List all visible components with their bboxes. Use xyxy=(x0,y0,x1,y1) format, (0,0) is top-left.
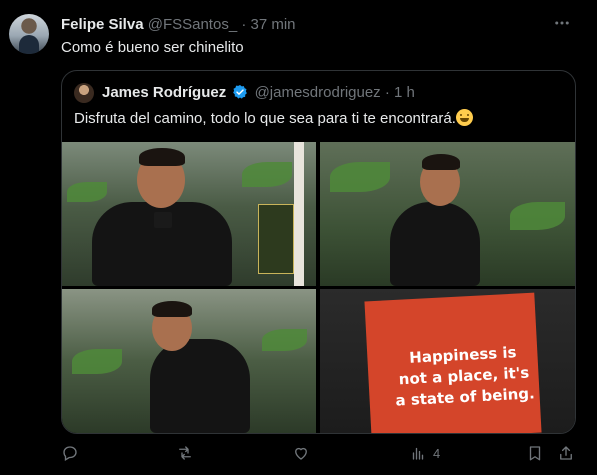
author-avatar[interactable] xyxy=(9,14,49,54)
action-bar: 4 xyxy=(61,441,581,465)
photo-3[interactable] xyxy=(62,289,316,433)
photo-2-person xyxy=(390,202,480,286)
tweet[interactable]: Felipe Silva @FSSantos_ · 37 min Como é … xyxy=(0,0,597,475)
photo-1-leaf xyxy=(242,162,292,187)
analytics-icon xyxy=(412,447,424,460)
bookmark-button[interactable] xyxy=(526,441,544,465)
photo-2[interactable] xyxy=(320,142,575,286)
photo-2-leaf xyxy=(510,202,565,230)
retweet-button[interactable] xyxy=(176,441,194,465)
views-count: 4 xyxy=(433,445,441,461)
header-separator: · xyxy=(241,16,247,33)
tweet-header: Felipe Silva @FSSantos_ · 37 min xyxy=(61,16,296,34)
tweet-text: Como é bueno ser chinelito xyxy=(61,39,244,56)
quoted-tweet-time[interactable]: 1 h xyxy=(394,84,415,101)
reply-button[interactable] xyxy=(61,441,79,465)
photo-4[interactable]: Happiness is not a place, it's a state o… xyxy=(320,289,575,433)
share-button[interactable] xyxy=(557,441,575,465)
author-name[interactable]: Felipe Silva xyxy=(61,16,144,33)
quoted-tweet-text: Disfruta del camino, todo lo que sea par… xyxy=(74,110,456,127)
photo-1-cup xyxy=(154,212,172,228)
tweet-time[interactable]: 37 min xyxy=(251,16,296,33)
photo-1-leaf xyxy=(67,182,107,202)
quoted-tweet[interactable]: James Rodríguez @jamesdrodriguez · 1 h D… xyxy=(61,70,576,434)
grinning-face-emoji-icon xyxy=(455,109,473,126)
like-button[interactable] xyxy=(292,441,310,465)
photo-3-leaf xyxy=(262,329,307,351)
photo-1[interactable] xyxy=(62,142,316,286)
quoted-author-name[interactable]: James Rodríguez xyxy=(102,84,226,101)
quoted-author-avatar[interactable] xyxy=(74,83,94,103)
verified-badge-icon xyxy=(232,84,248,100)
photo-1-pole xyxy=(294,142,304,286)
more-icon[interactable] xyxy=(553,14,571,37)
photo-3-leaf xyxy=(72,349,122,374)
bookmark-icon xyxy=(529,446,541,461)
quoted-tweet-header: James Rodríguez @jamesdrodriguez · 1 h xyxy=(102,83,415,103)
views-button[interactable]: 4 xyxy=(409,441,440,465)
reply-icon xyxy=(63,446,77,461)
photo-grid: Happiness is not a place, it's a state o… xyxy=(62,142,575,433)
photo-1-coffee-package xyxy=(258,204,294,274)
author-handle[interactable]: @FSSantos_ xyxy=(148,16,237,33)
photo-3-person xyxy=(150,339,250,433)
photo-4-sign-text: Happiness is not a place, it's a state o… xyxy=(395,343,536,410)
photo-2-hair xyxy=(422,154,460,170)
quoted-author-handle[interactable]: @jamesdrodriguez xyxy=(255,84,381,101)
photo-2-leaf xyxy=(330,162,390,192)
photo-1-hair xyxy=(139,148,185,166)
photo-3-hair xyxy=(152,301,192,317)
heart-icon xyxy=(295,447,307,460)
quoted-tweet-text-line: Disfruta del camino, todo lo que sea par… xyxy=(74,109,473,129)
quoted-header-separator: · xyxy=(384,84,390,101)
retweet-icon xyxy=(179,446,191,460)
share-icon xyxy=(560,446,572,460)
